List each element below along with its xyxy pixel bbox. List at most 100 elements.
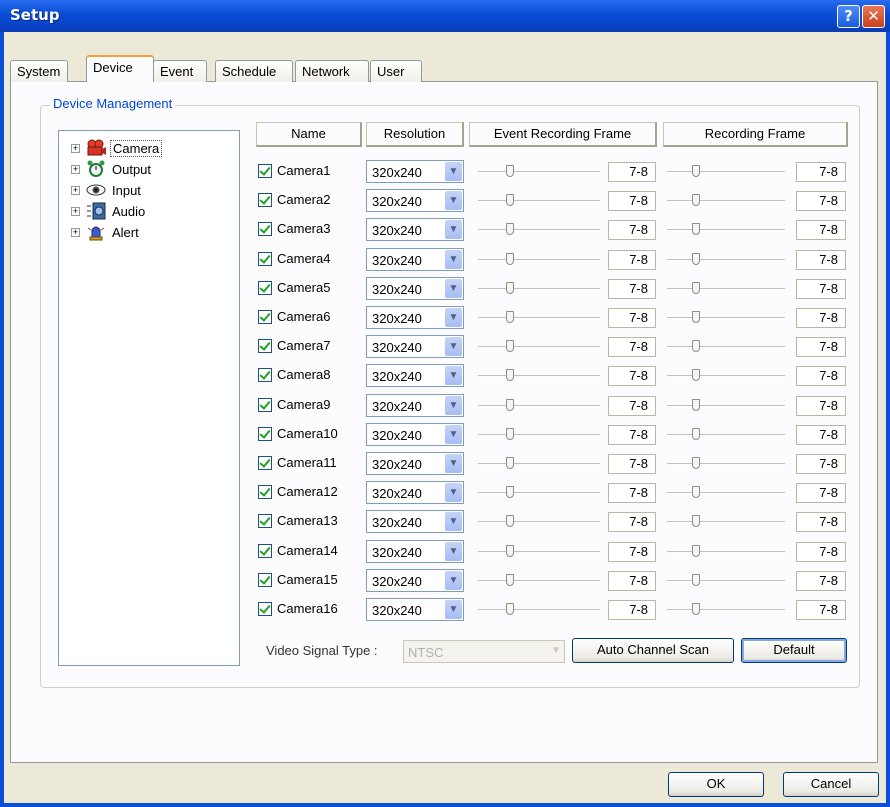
slider-thumb[interactable] (506, 574, 514, 586)
slider-thumb[interactable] (506, 545, 514, 557)
event-frame-slider[interactable] (478, 311, 600, 323)
recording-frame-slider[interactable] (667, 457, 785, 469)
resolution-select[interactable]: 320x240 ▼ (366, 218, 464, 241)
column-header-name[interactable]: Name (256, 122, 362, 147)
tab-user[interactable]: User (370, 60, 422, 82)
close-button[interactable]: ✕ (862, 5, 885, 28)
recording-frame-slider[interactable] (667, 399, 785, 411)
resolution-select[interactable]: 320x240 ▼ (366, 481, 464, 504)
enable-checkbox[interactable] (258, 427, 272, 441)
slider-thumb[interactable] (506, 194, 514, 206)
slider-thumb[interactable] (692, 194, 700, 206)
slider-thumb[interactable] (692, 428, 700, 440)
column-header-event-recording-frame[interactable]: Event Recording Frame (469, 122, 657, 147)
slider-thumb[interactable] (506, 515, 514, 527)
recording-frame-slider[interactable] (667, 486, 785, 498)
slider-thumb[interactable] (506, 603, 514, 615)
recording-frame-slider[interactable] (667, 282, 785, 294)
recording-frame-slider[interactable] (667, 369, 785, 381)
tab-network[interactable]: Network (295, 60, 369, 82)
enable-checkbox[interactable] (258, 339, 272, 353)
resolution-select[interactable]: 320x240 ▼ (366, 189, 464, 212)
slider-thumb[interactable] (692, 486, 700, 498)
resolution-select[interactable]: 320x240 ▼ (366, 598, 464, 621)
tab-system[interactable]: System (10, 60, 68, 82)
help-button[interactable]: ? (837, 5, 860, 28)
slider-thumb[interactable] (692, 253, 700, 265)
slider-thumb[interactable] (506, 253, 514, 265)
event-frame-slider[interactable] (478, 165, 600, 177)
slider-thumb[interactable] (692, 165, 700, 177)
event-frame-slider[interactable] (478, 369, 600, 381)
slider-thumb[interactable] (506, 340, 514, 352)
resolution-select[interactable]: 320x240 ▼ (366, 569, 464, 592)
slider-thumb[interactable] (692, 369, 700, 381)
event-frame-slider[interactable] (478, 457, 600, 469)
resolution-select[interactable]: 320x240 ▼ (366, 160, 464, 183)
resolution-select[interactable]: 320x240 ▼ (366, 364, 464, 387)
enable-checkbox[interactable] (258, 456, 272, 470)
event-frame-slider[interactable] (478, 223, 600, 235)
enable-checkbox[interactable] (258, 368, 272, 382)
cancel-button[interactable]: Cancel (783, 772, 879, 797)
slider-thumb[interactable] (692, 399, 700, 411)
slider-thumb[interactable] (506, 457, 514, 469)
slider-thumb[interactable] (692, 311, 700, 323)
slider-thumb[interactable] (506, 223, 514, 235)
event-frame-slider[interactable] (478, 194, 600, 206)
recording-frame-slider[interactable] (667, 194, 785, 206)
slider-thumb[interactable] (506, 486, 514, 498)
event-frame-slider[interactable] (478, 253, 600, 265)
default-button[interactable]: Default (741, 638, 847, 663)
enable-checkbox[interactable] (258, 485, 272, 499)
resolution-select[interactable]: 320x240 ▼ (366, 452, 464, 475)
enable-checkbox[interactable] (258, 398, 272, 412)
enable-checkbox[interactable] (258, 514, 272, 528)
slider-thumb[interactable] (692, 223, 700, 235)
enable-checkbox[interactable] (258, 193, 272, 207)
resolution-select[interactable]: 320x240 ▼ (366, 423, 464, 446)
enable-checkbox[interactable] (258, 310, 272, 324)
recording-frame-slider[interactable] (667, 311, 785, 323)
slider-thumb[interactable] (506, 311, 514, 323)
recording-frame-slider[interactable] (667, 253, 785, 265)
resolution-select[interactable]: 320x240 ▼ (366, 540, 464, 563)
slider-thumb[interactable] (506, 165, 514, 177)
slider-thumb[interactable] (692, 282, 700, 294)
event-frame-slider[interactable] (478, 545, 600, 557)
slider-thumb[interactable] (692, 603, 700, 615)
resolution-select[interactable]: 320x240 ▼ (366, 248, 464, 271)
ok-button[interactable]: OK (668, 772, 764, 797)
tab-device[interactable]: Device (86, 55, 154, 82)
enable-checkbox[interactable] (258, 544, 272, 558)
video-signal-select[interactable]: NTSC ▼ (403, 640, 565, 663)
event-frame-slider[interactable] (478, 282, 600, 294)
slider-thumb[interactable] (692, 340, 700, 352)
recording-frame-slider[interactable] (667, 545, 785, 557)
event-frame-slider[interactable] (478, 428, 600, 440)
slider-thumb[interactable] (692, 574, 700, 586)
recording-frame-slider[interactable] (667, 515, 785, 527)
slider-thumb[interactable] (506, 399, 514, 411)
slider-thumb[interactable] (506, 282, 514, 294)
enable-checkbox[interactable] (258, 252, 272, 266)
tree-item-camera[interactable]: + Camera (71, 138, 163, 158)
recording-frame-slider[interactable] (667, 428, 785, 440)
recording-frame-slider[interactable] (667, 165, 785, 177)
slider-thumb[interactable] (506, 428, 514, 440)
resolution-select[interactable]: 320x240 ▼ (366, 394, 464, 417)
slider-thumb[interactable] (506, 369, 514, 381)
column-header-resolution[interactable]: Resolution (366, 122, 464, 147)
event-frame-slider[interactable] (478, 574, 600, 586)
enable-checkbox[interactable] (258, 164, 272, 178)
recording-frame-slider[interactable] (667, 340, 785, 352)
event-frame-slider[interactable] (478, 486, 600, 498)
column-header-recording-frame[interactable]: Recording Frame (663, 122, 848, 147)
slider-thumb[interactable] (692, 515, 700, 527)
event-frame-slider[interactable] (478, 340, 600, 352)
resolution-select[interactable]: 320x240 ▼ (366, 306, 464, 329)
event-frame-slider[interactable] (478, 515, 600, 527)
event-frame-slider[interactable] (478, 399, 600, 411)
resolution-select[interactable]: 320x240 ▼ (366, 277, 464, 300)
resolution-select[interactable]: 320x240 ▼ (366, 510, 464, 533)
